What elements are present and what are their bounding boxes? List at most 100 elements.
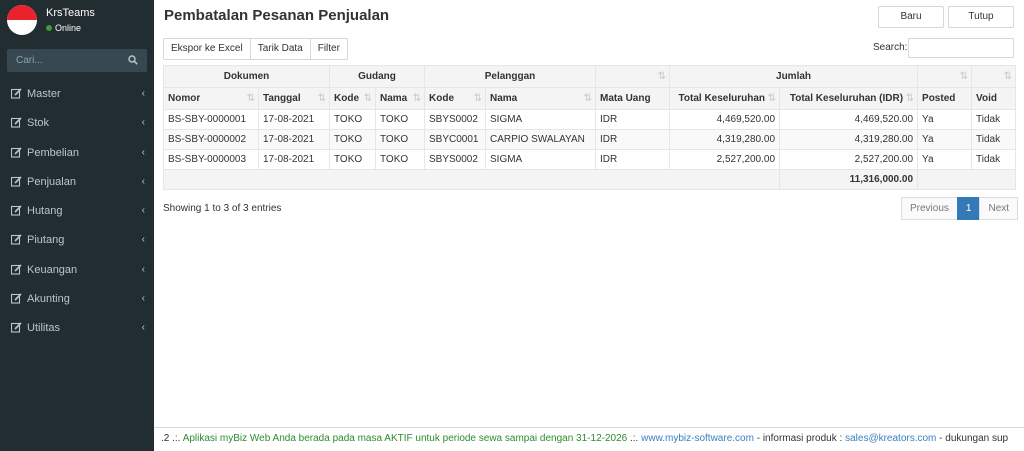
col-header-label: Nama [380, 93, 408, 104]
table-row[interactable]: BS-SBY-0000003 17-08-2021 TOKO TOKO SBYS… [163, 149, 1017, 170]
page-title: Pembatalan Pesanan Penjualan [164, 7, 390, 24]
chevron-left-icon: ‹ [141, 263, 145, 275]
previous-page-button[interactable]: Previous [901, 197, 958, 220]
table-row[interactable]: BS-SBY-0000002 17-08-2021 TOKO TOKO SBYC… [163, 129, 1017, 150]
sidebar-item-utilitas[interactable]: Utilitas ‹ [0, 314, 154, 343]
sidebar-item-master[interactable]: Master ‹ [0, 80, 154, 109]
edit-icon [11, 293, 22, 304]
user-name: KrsTeams [46, 7, 95, 19]
user-status: Online [46, 23, 81, 33]
col-header-gudang-nama[interactable]: Nama ⇅ [375, 87, 425, 110]
cell-posted: Ya [917, 129, 973, 150]
col-header-posted[interactable]: Posted [917, 87, 973, 110]
sort-icon: ⇅ [657, 70, 667, 82]
table-row[interactable]: BS-SBY-0000001 17-08-2021 TOKO TOKO SBYS… [163, 109, 1017, 130]
cell-posted: Ya [917, 109, 973, 130]
cell-nomor: BS-SBY-0000001 [163, 109, 259, 130]
footer-blank [917, 169, 1017, 190]
filter-button[interactable]: Filter [309, 38, 348, 60]
edit-icon [11, 322, 22, 333]
edit-icon [11, 234, 22, 246]
sort-icon: ⇅ [317, 92, 326, 104]
table-footer-row: 11,316,000.00 [162, 169, 1017, 190]
cell-mata-uang: IDR [595, 129, 671, 150]
footer-email-link[interactable]: sales@kreators.com [845, 433, 936, 444]
sort-icon: ⇅ [412, 92, 421, 104]
page-button-1[interactable]: 1 [956, 197, 981, 220]
cell-nomor: BS-SBY-0000003 [163, 149, 259, 170]
col-header-pelanggan-nama[interactable]: Nama ⇅ [484, 87, 597, 110]
export-excel-button[interactable]: Ekspor ke Excel [163, 38, 251, 60]
cell-total: 4,469,520.00 [669, 109, 781, 130]
sidebar-search-input[interactable]: Cari... [7, 49, 147, 72]
col-header-label: Kode [334, 93, 359, 104]
col-header-tanggal[interactable]: Tanggal ⇅ [258, 87, 330, 110]
chevron-left-icon: ‹ [141, 322, 145, 334]
col-header-nomor[interactable]: Nomor ⇅ [163, 87, 259, 110]
sort-icon: ⇅ [246, 92, 255, 104]
sidebar-item-label: Stok [27, 117, 50, 130]
table-search-input[interactable] [908, 38, 1014, 58]
footer-website-link[interactable]: www.mybiz-software.com [641, 433, 754, 444]
new-button[interactable]: Baru [878, 6, 944, 28]
user-panel: KrsTeams Online [0, 0, 154, 44]
group-header-blank[interactable]: ⇅ [595, 65, 671, 88]
col-header-total[interactable]: Total Keseluruhan ⇅ [669, 87, 781, 110]
footer-support-text: - dukungan sup [936, 433, 1009, 444]
group-header-dokumen: Dokumen [163, 65, 330, 88]
sidebar-item-akunting[interactable]: Akunting ‹ [0, 285, 154, 314]
sidebar-item-penjualan[interactable]: Penjualan ‹ [0, 168, 154, 197]
cell-gudang-kode: TOKO [329, 129, 376, 150]
sort-icon: ⇅ [1003, 70, 1013, 82]
sidebar-item-label: Utilitas [27, 322, 61, 335]
sidebar-item-label: Keuangan [27, 263, 78, 276]
col-header-label: Void [976, 93, 997, 104]
edit-icon [11, 147, 22, 158]
col-header-void[interactable]: Void [971, 87, 1017, 110]
col-header-gudang-kode[interactable]: Kode ⇅ [329, 87, 376, 110]
sidebar-item-label: Piutang [27, 234, 65, 247]
cell-total-idr: 2,527,200.00 [779, 149, 919, 170]
avatar [7, 5, 37, 35]
sidebar-item-pembelian[interactable]: Pembelian ‹ [0, 139, 154, 168]
cell-total-idr: 4,469,520.00 [779, 109, 919, 130]
sidebar-item-piutang[interactable]: Piutang ‹ [0, 226, 154, 255]
cell-total: 4,319,280.00 [669, 129, 781, 150]
table-search-label: Search: [873, 42, 908, 53]
group-header-jumlah: Jumlah [669, 65, 919, 88]
group-header-blank[interactable]: ⇅ [971, 65, 1017, 88]
col-header-label: Kode [429, 93, 454, 104]
col-header-pelanggan-kode[interactable]: Kode ⇅ [424, 87, 486, 110]
online-status-icon [46, 24, 52, 31]
cell-void: Tidak [971, 109, 1017, 130]
sidebar-menu: Master ‹ Stok ‹ Pembelian ‹ Penjualan ‹ … [0, 80, 154, 344]
sort-icon: ⇅ [473, 92, 482, 104]
sidebar-item-label: Akunting [27, 293, 70, 306]
sidebar-item-hutang[interactable]: Hutang ‹ [0, 197, 154, 226]
cell-gudang-kode: TOKO [329, 149, 376, 170]
footer-separator: .:. [169, 433, 183, 444]
col-header-total-idr[interactable]: Total Keseluruhan (IDR) ⇅ [779, 87, 919, 110]
sidebar-item-keuangan[interactable]: Keuangan ‹ [0, 256, 154, 285]
cell-pelanggan-kode: SBYS0002 [424, 109, 486, 130]
footer-blank [162, 169, 781, 190]
cell-total: 2,527,200.00 [669, 149, 781, 170]
cell-tanggal: 17-08-2021 [258, 129, 330, 150]
cell-nomor: BS-SBY-0000002 [163, 129, 259, 150]
cell-void: Tidak [971, 129, 1017, 150]
group-header-pelanggan: Pelanggan [423, 65, 597, 88]
orders-table: Dokumen Gudang Pelanggan ⇅ Jumlah ⇅ ⇅ No… [162, 65, 1017, 190]
close-button[interactable]: Tutup [948, 6, 1014, 28]
col-header-label: Total Keseluruhan (IDR) [789, 93, 904, 104]
sidebar-item-stok[interactable]: Stok ‹ [0, 109, 154, 138]
search-icon[interactable] [128, 55, 138, 65]
pagination: Previous 1 Next [901, 197, 1019, 220]
col-header-label: Nama [490, 93, 518, 104]
group-header-blank[interactable]: ⇅ [917, 65, 973, 88]
footer: .2 .:. Aplikasi myBiz Web Anda berada pa… [154, 427, 1024, 451]
next-page-button[interactable]: Next [979, 197, 1019, 220]
cell-tanggal: 17-08-2021 [258, 109, 330, 130]
cell-gudang-kode: TOKO [329, 109, 376, 130]
col-header-mata-uang[interactable]: Mata Uang [595, 87, 671, 110]
pull-data-button[interactable]: Tarik Data [249, 38, 311, 60]
